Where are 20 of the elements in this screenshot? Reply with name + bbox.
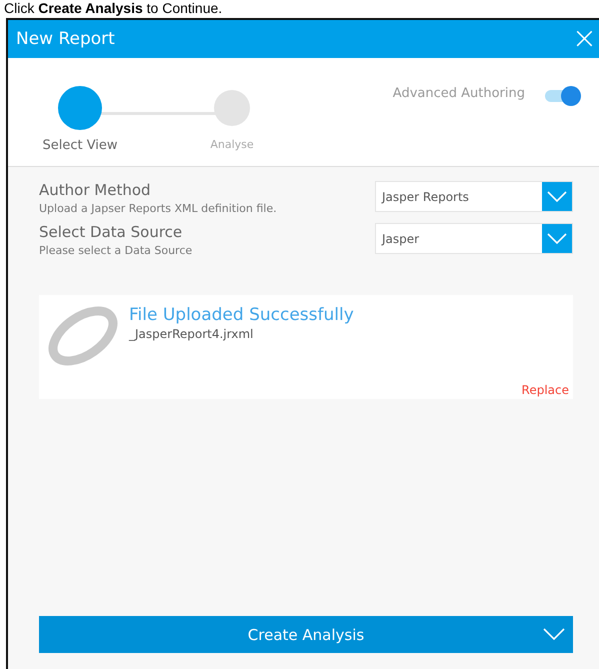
chevron-down-icon bbox=[547, 191, 567, 202]
dropdown-field[interactable]: Jasper bbox=[375, 223, 573, 254]
close-button[interactable]: × bbox=[572, 24, 599, 54]
window-title: New Report bbox=[16, 29, 115, 49]
step-label: Select View bbox=[42, 138, 118, 153]
field-label: Select Data Source bbox=[39, 223, 184, 241]
chevron-down-icon bbox=[543, 628, 565, 640]
file-name: _JasperReport4.jrxml bbox=[129, 327, 254, 341]
dropdown-field[interactable]: Jasper Reports bbox=[375, 181, 573, 212]
replace-link[interactable]: Replace bbox=[522, 383, 569, 397]
field-hint: Upload a Japser Reports XML definition file. bbox=[39, 202, 277, 215]
create-analysis-button[interactable]: Create Analysis bbox=[39, 616, 573, 653]
field-label: Author Method bbox=[39, 181, 152, 199]
step-circle[interactable] bbox=[58, 86, 102, 130]
advanced-authoring-label: Advanced Authoring bbox=[392, 86, 525, 101]
step-label: Analyse bbox=[210, 138, 254, 151]
upload-status: File Uploaded Successfully bbox=[129, 305, 354, 325]
field-hint: Please select a Data Source bbox=[39, 244, 192, 257]
instruction-text: Click Create Analysis to Continue. bbox=[3, 0, 224, 18]
chevron-down-icon bbox=[547, 233, 567, 244]
